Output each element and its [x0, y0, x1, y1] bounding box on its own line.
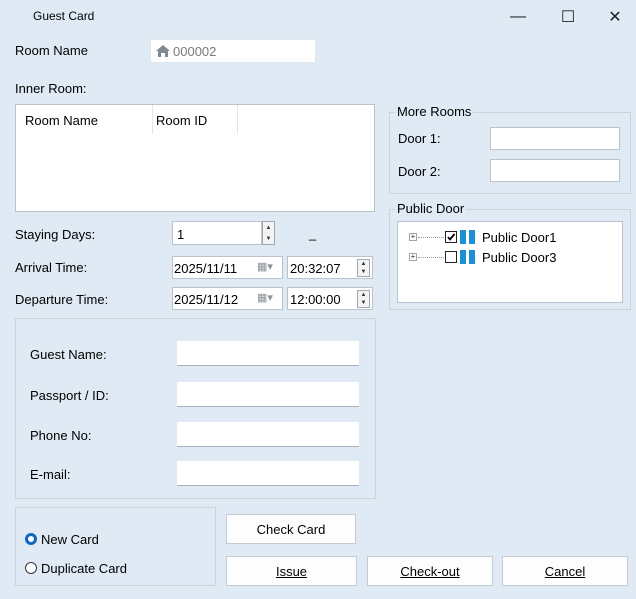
- column-header-room-id[interactable]: Room ID: [153, 105, 238, 134]
- guest-name-label: Guest Name:: [30, 347, 107, 362]
- spin-down-icon[interactable]: ▼: [358, 299, 369, 307]
- column-header-room-name-label: Room Name: [25, 113, 98, 128]
- door1-input[interactable]: [490, 127, 620, 150]
- departure-date-picker[interactable]: 2025/11/12 ▦▾: [172, 287, 283, 310]
- minimize-button[interactable]: —: [495, 0, 541, 34]
- expand-icon[interactable]: +: [409, 233, 417, 241]
- calendar-dropdown-icon[interactable]: ▦▾: [257, 260, 273, 273]
- duplicate-card-label[interactable]: Duplicate Card: [41, 561, 127, 576]
- spin-down-icon[interactable]: ▼: [358, 268, 369, 276]
- passport-label: Passport / ID:: [30, 388, 109, 403]
- column-header-room-id-label: Room ID: [156, 113, 208, 128]
- checkout-button[interactable]: Check-out: [367, 556, 493, 586]
- staying-days-label: Staying Days:: [15, 227, 96, 242]
- door1-label: Door 1:: [398, 131, 441, 146]
- column-header-room-name[interactable]: Room Name: [16, 105, 153, 134]
- spin-down-icon[interactable]: ▼: [263, 233, 274, 244]
- arrival-time-label: Arrival Time:: [15, 260, 88, 275]
- room-name-field[interactable]: 000002: [150, 39, 316, 63]
- new-card-radio[interactable]: [25, 533, 37, 545]
- calendar-dropdown-icon[interactable]: ▦▾: [257, 291, 273, 304]
- spin-up-icon[interactable]: ▲: [358, 260, 369, 268]
- check-card-button[interactable]: Check Card: [226, 514, 356, 544]
- cancel-label: Cancel: [544, 563, 586, 579]
- guest-name-input[interactable]: [177, 341, 359, 366]
- new-card-label[interactable]: New Card: [41, 532, 99, 547]
- staying-days-input[interactable]: 1: [172, 221, 262, 245]
- inner-room-list[interactable]: Room Name Room ID: [15, 104, 375, 212]
- passport-input[interactable]: [177, 382, 359, 407]
- email-input[interactable]: [177, 461, 359, 486]
- maximize-button[interactable]: ☐: [545, 0, 591, 34]
- expand-icon[interactable]: +: [409, 253, 417, 261]
- home-icon: [156, 45, 170, 57]
- departure-time-value: 12:00:00: [290, 292, 341, 307]
- checkmark-icon: [447, 233, 456, 241]
- door2-label: Door 2:: [398, 164, 441, 179]
- inner-room-label: Inner Room:: [15, 81, 87, 96]
- phone-label: Phone No:: [30, 428, 92, 443]
- public-door3-checkbox[interactable]: [445, 251, 457, 263]
- duplicate-card-radio[interactable]: [25, 562, 37, 574]
- room-name-value: 000002: [173, 44, 217, 59]
- departure-time-spinner[interactable]: ▲ ▼: [357, 290, 370, 308]
- close-button[interactable]: ✕: [592, 0, 636, 34]
- more-rooms-title: More Rooms: [395, 104, 474, 119]
- spin-up-icon[interactable]: ▲: [263, 222, 274, 233]
- public-door-title: Public Door: [395, 201, 467, 216]
- guest-card-window: Guest Card — ☐ ✕ Room Name 000002 Inner …: [0, 0, 636, 599]
- room-name-label: Room Name: [15, 43, 88, 58]
- issue-label: Issue: [275, 563, 308, 579]
- spin-up-icon[interactable]: ▲: [358, 291, 369, 299]
- door-icon: [460, 230, 476, 244]
- checkout-label: Check-out: [400, 563, 460, 579]
- public-door-tree[interactable]: + Public Door1 + Public Door3: [397, 221, 623, 303]
- arrival-date-picker[interactable]: 2025/11/11 ▦▾: [172, 256, 283, 279]
- tree-connector: [418, 237, 444, 238]
- cancel-button[interactable]: Cancel: [502, 556, 628, 586]
- title-bar: Guest Card — ☐ ✕: [0, 0, 636, 34]
- email-label: E-mail:: [30, 467, 71, 482]
- door2-input[interactable]: [490, 159, 620, 182]
- tree-connector: [418, 257, 444, 258]
- window-title: Guest Card: [33, 9, 95, 23]
- door-icon: [460, 250, 476, 264]
- departure-date-value: 2025/11/12: [174, 292, 239, 307]
- public-door1-checkbox[interactable]: [445, 231, 457, 243]
- arrival-date-value: 2025/11/11: [174, 261, 238, 276]
- staying-days-suffix: _: [309, 226, 317, 241]
- public-door3-label[interactable]: Public Door3: [482, 250, 556, 265]
- staying-days-value: 1: [177, 227, 185, 242]
- phone-input[interactable]: [177, 422, 359, 447]
- issue-button[interactable]: Issue: [226, 556, 357, 586]
- arrival-time-spinner[interactable]: ▲ ▼: [357, 259, 370, 277]
- arrival-time-value: 20:32:07: [290, 261, 341, 276]
- check-card-label: Check Card: [256, 521, 326, 537]
- staying-days-spinner[interactable]: ▲ ▼: [262, 221, 275, 245]
- departure-time-label: Departure Time:: [15, 292, 109, 307]
- public-door1-label[interactable]: Public Door1: [482, 230, 556, 245]
